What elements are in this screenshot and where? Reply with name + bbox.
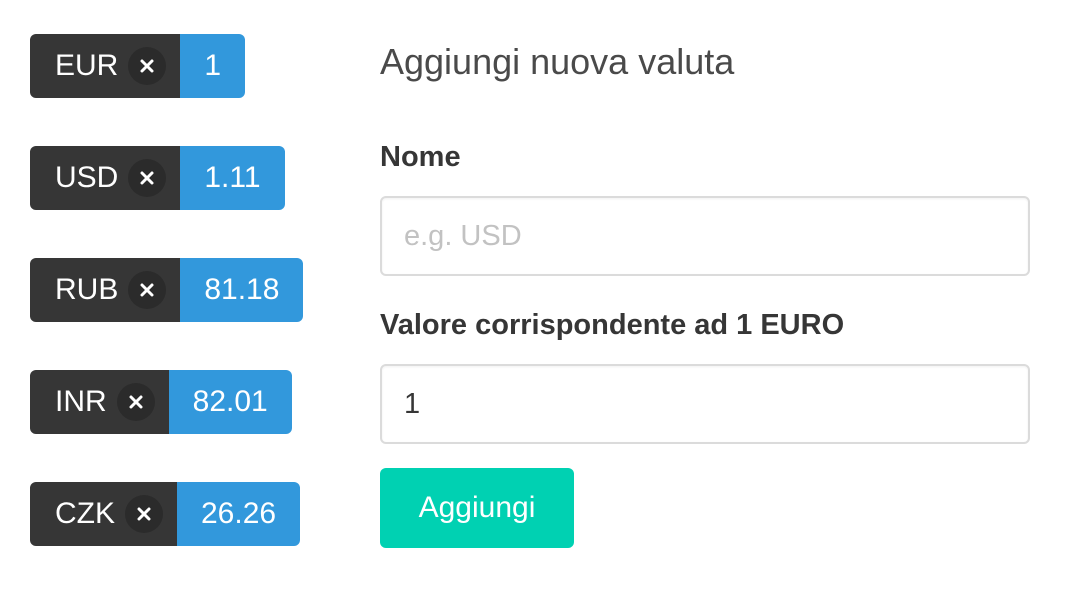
close-icon — [140, 59, 154, 73]
currency-tag-code-part: RUB — [30, 258, 181, 322]
name-input[interactable] — [380, 196, 1030, 276]
currency-value: 81.18 — [180, 258, 304, 322]
delete-currency-button[interactable] — [128, 159, 167, 197]
currency-code: USD — [55, 161, 119, 194]
currency-tag: RUB 81.18 — [30, 258, 304, 322]
currency-value: 1 — [180, 34, 246, 98]
name-label: Nome — [380, 141, 461, 173]
currency-tag: CZK 26.26 — [30, 482, 301, 546]
currency-tag: INR 82.01 — [30, 370, 292, 434]
currency-tag-code-part: CZK — [30, 482, 177, 546]
currency-code: CZK — [55, 497, 115, 530]
close-icon — [140, 283, 154, 297]
currency-page: EUR 1 USD 1.11 RUB 81.18 INR 82.01 CZK 2… — [0, 0, 1082, 590]
currency-tag-code-part: USD — [30, 146, 181, 210]
currency-code: EUR — [55, 49, 119, 82]
delete-currency-button[interactable] — [128, 47, 167, 85]
currency-tag: EUR 1 — [30, 34, 246, 98]
currency-tag-list: EUR 1 USD 1.11 RUB 81.18 INR 82.01 CZK 2… — [30, 34, 304, 546]
delete-currency-button[interactable] — [125, 495, 163, 533]
value-input[interactable] — [380, 364, 1030, 444]
currency-tag-code-part: INR — [30, 370, 169, 434]
currency-value: 26.26 — [177, 482, 301, 546]
close-icon — [137, 507, 151, 521]
currency-tag: USD 1.11 — [30, 146, 285, 210]
currency-code: RUB — [55, 273, 119, 306]
form-title: Aggiungi nuova valuta — [380, 41, 735, 82]
currency-tag-code-part: EUR — [30, 34, 181, 98]
currency-value: 82.01 — [168, 370, 292, 434]
close-icon — [140, 171, 154, 185]
delete-currency-button[interactable] — [116, 383, 155, 421]
currency-value: 1.11 — [180, 146, 285, 210]
delete-currency-button[interactable] — [128, 271, 167, 309]
close-icon — [129, 395, 143, 409]
currency-code: INR — [55, 385, 107, 418]
add-button[interactable]: Aggiungi — [380, 468, 574, 548]
add-currency-form: Aggiungi nuova valuta Nome Valore corris… — [380, 40, 1030, 548]
value-label: Valore corrispondente ad 1 EURO — [380, 309, 845, 341]
